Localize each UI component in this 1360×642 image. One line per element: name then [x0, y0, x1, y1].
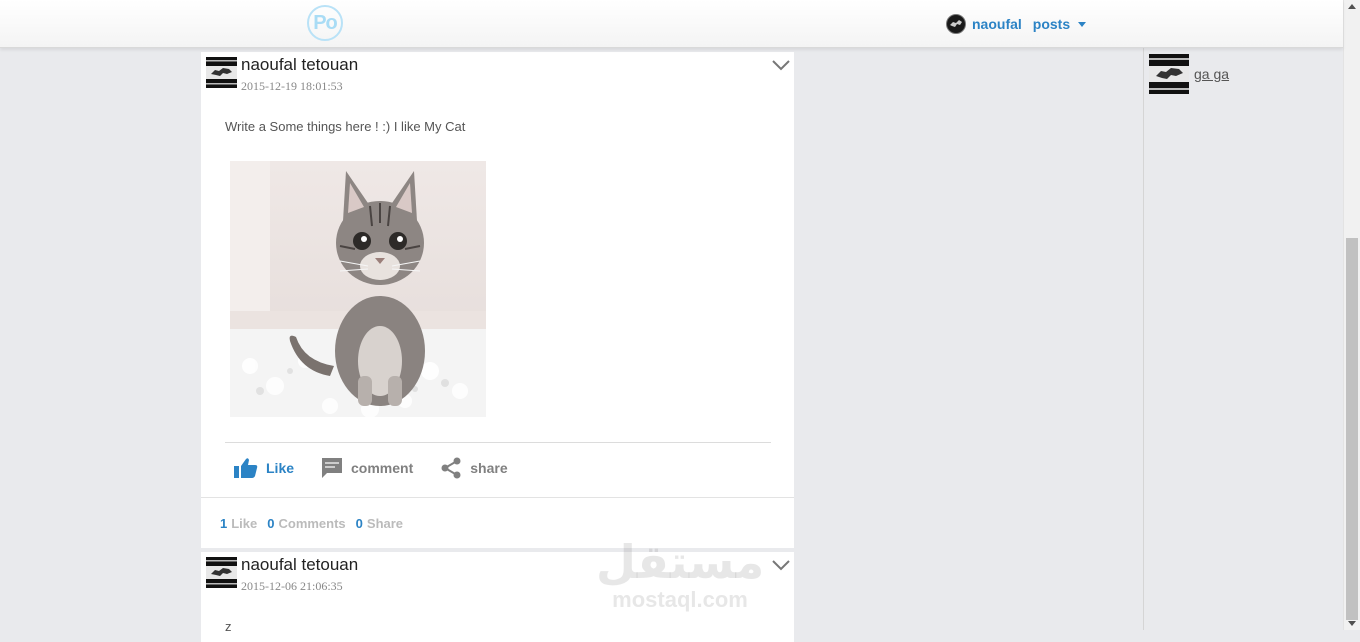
stats-divider — [201, 497, 794, 498]
thumbs-up-icon — [234, 458, 258, 478]
post-image-kitten[interactable] — [230, 161, 486, 417]
post-author[interactable]: naoufal tetouan — [241, 555, 358, 575]
chevron-down-icon[interactable] — [770, 58, 792, 72]
post-author[interactable]: naoufal tetouan — [241, 55, 358, 75]
app-logo[interactable]: Po — [307, 5, 343, 41]
like-button[interactable]: Like — [234, 457, 294, 479]
likes-count[interactable]: 1 Like — [220, 516, 257, 531]
comments-count[interactable]: 0 Comments — [267, 516, 345, 531]
post-divider — [225, 442, 771, 443]
author-avatar-icon[interactable] — [206, 57, 237, 88]
username-label[interactable]: naoufal — [972, 16, 1022, 32]
post-actions: Like comment share — [234, 457, 535, 479]
post-stats: 1 Like 0 Comments 0 Share — [220, 516, 413, 531]
post-date: 2015-12-06 21:06:35 — [241, 579, 343, 593]
comment-icon — [322, 458, 343, 478]
caret-down-icon[interactable] — [1078, 21, 1087, 27]
comment-button-label: comment — [351, 460, 414, 476]
post-card: naoufal tetouan 2015-12-19 18:01:53 Writ… — [201, 52, 794, 548]
page-scrollbar[interactable] — [1343, 0, 1360, 630]
contact-name[interactable]: ga ga — [1194, 66, 1229, 82]
user-menu[interactable]: naoufal posts — [946, 14, 1087, 34]
scroll-down-icon[interactable] — [1348, 621, 1356, 626]
post-card: naoufal tetouan 2015-12-06 21:06:35 z — [201, 552, 794, 642]
share-button-label: share — [470, 460, 508, 476]
scroll-up-icon[interactable] — [1348, 4, 1356, 9]
contacts-sidebar: ga ga — [1143, 47, 1344, 630]
share-icon — [441, 457, 461, 479]
top-navbar: Po naoufal posts — [0, 0, 1343, 48]
post-date: 2015-12-19 18:01:53 — [241, 79, 343, 93]
posts-menu-label[interactable]: posts — [1033, 16, 1070, 32]
contact-avatar-icon — [1149, 54, 1189, 94]
post-text: z — [225, 619, 232, 634]
comment-button[interactable]: comment — [321, 457, 413, 479]
contact-item[interactable]: ga ga — [1149, 54, 1229, 94]
share-button[interactable]: share — [440, 457, 508, 479]
scroll-thumb[interactable] — [1346, 238, 1358, 620]
chevron-down-icon[interactable] — [770, 558, 792, 572]
author-avatar-icon[interactable] — [206, 557, 237, 588]
like-button-label: Like — [266, 460, 295, 476]
post-text: Write a Some things here ! :) I like My … — [225, 119, 466, 134]
shares-count[interactable]: 0 Share — [356, 516, 403, 531]
user-avatar-icon — [946, 14, 966, 34]
